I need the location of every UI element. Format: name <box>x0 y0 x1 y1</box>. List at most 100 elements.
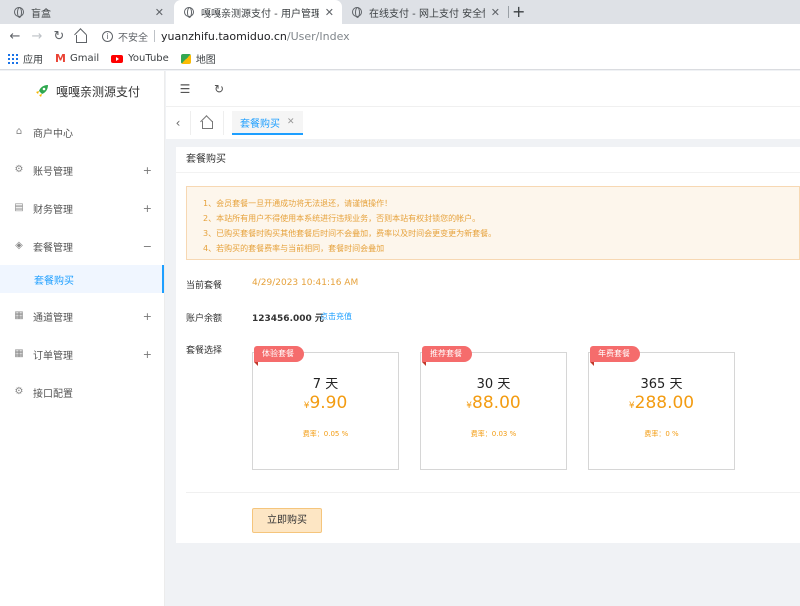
home-outline-icon: ⌂ <box>15 126 23 137</box>
package-rate: 费率：0.03 % <box>470 430 517 438</box>
home-tab-icon[interactable] <box>190 111 224 135</box>
notice-box: 1、会员套餐一旦开通成功将无法退还，请谨慎操作！ 2、本站所有用户不得使用本系统… <box>186 186 800 260</box>
url-host[interactable]: yuanzhifu.taomiduo.cn <box>161 30 287 43</box>
forward-arrow-icon[interactable]: → <box>26 29 48 44</box>
bookmark-youtube[interactable]: YouTube <box>111 53 169 64</box>
bookmark-label: Gmail <box>69 53 100 64</box>
browser-tab-bar: 盲盒 ✕ 嘎嘎亲测源支付 - 用户管理中心 ✕ 在线支付 - 网上支付 安全快速… <box>0 0 800 24</box>
close-icon[interactable]: ✕ <box>287 117 295 127</box>
package-days: 7 天 <box>312 377 339 392</box>
package-card-trial[interactable]: 体验套餐 7 天 ¥9.90 费率：0.05 % <box>252 346 399 470</box>
sidebar-item-label: 接口配置 <box>33 388 73 400</box>
package-rate: 费率：0.05 % <box>302 430 349 438</box>
bookmark-maps[interactable]: 地图 <box>180 51 216 66</box>
price-amount: 88.00 <box>472 393 521 413</box>
price-amount: 9.90 <box>309 393 348 413</box>
sidebar-item-finance[interactable]: ▤ 财务管理 + <box>0 189 164 227</box>
bookmark-apps[interactable]: 应用 <box>8 51 43 66</box>
package-days: 30 天 <box>476 377 511 392</box>
browser-tab-title: 在线支付 - 网上支付 安全快速！ <box>369 8 485 20</box>
package-price: ¥88.00 <box>421 393 566 413</box>
package-card-recommended[interactable]: 推荐套餐 30 天 ¥88.00 费率：0.03 % <box>420 346 567 470</box>
logo[interactable]: 嘎嘎亲测源支付 <box>0 71 164 111</box>
package-price: ¥9.90 <box>253 393 398 413</box>
insecure-label: 不安全 <box>118 32 148 44</box>
settings-icon: ⚙ <box>14 164 24 175</box>
browser-tab-title: 嘎嘎亲测源支付 - 用户管理中心 <box>201 8 319 20</box>
recharge-link[interactable]: 点击充值 <box>320 311 352 322</box>
sidebar-item-account[interactable]: ⚙ 账号管理 + <box>0 151 164 189</box>
bookmarks-bar: 应用 M Gmail YouTube 地图 <box>0 48 800 70</box>
browser-tab-2[interactable]: 嘎嘎亲测源支付 - 用户管理中心 ✕ <box>174 0 342 24</box>
notice-line: 4、若购买的套餐费率与当前相同，套餐时间会叠加 <box>203 244 385 253</box>
expand-icon[interactable]: + <box>143 310 152 323</box>
browser-tab-3[interactable]: 在线支付 - 网上支付 安全快速！ ✕ <box>342 0 508 24</box>
home-icon[interactable] <box>70 29 92 43</box>
sidebar-item-label: 账号管理 <box>33 166 73 178</box>
expand-icon[interactable]: + <box>143 164 152 177</box>
globe-icon <box>184 7 194 18</box>
tab-separator <box>508 6 509 18</box>
notice-line: 2、本站所有用户不得使用本系统进行违规业务，否则本站有权封锁您的帐户。 <box>203 214 481 223</box>
new-tab-icon[interactable]: + <box>512 2 525 21</box>
url-separator <box>154 30 155 42</box>
logo-text: 嘎嘎亲测源支付 <box>56 84 141 99</box>
apps-grid-icon <box>8 53 18 64</box>
sidebar-item-orders[interactable]: ▦ 订单管理 + <box>0 335 164 373</box>
purchase-card: 套餐购买 1、会员套餐一旦开通成功将无法退还，请谨慎操作！ 2、本站所有用户不得… <box>176 147 800 543</box>
sidebar-item-packages[interactable]: ◈ 套餐管理 − <box>0 227 164 265</box>
top-toolbar: ☰ ↻ <box>166 71 800 107</box>
back-arrow-icon[interactable]: ← <box>4 29 26 44</box>
refresh-icon[interactable]: ↻ <box>204 82 234 96</box>
info-icon[interactable]: i <box>102 30 113 42</box>
finance-icon: ▤ <box>14 202 24 213</box>
sidebar: 嘎嘎亲测源支付 ⌂ 商户中心 ⚙ 账号管理 + ▤ 财务管理 + ◈ 套餐管理 … <box>0 71 165 606</box>
globe-icon <box>14 7 24 18</box>
menu-fold-icon[interactable]: ☰ <box>170 82 200 96</box>
expand-icon[interactable]: + <box>143 202 152 215</box>
url-path[interactable]: /User/Index <box>287 30 350 43</box>
browser-tab-1[interactable]: 盲盒 ✕ <box>4 0 172 24</box>
sidebar-item-api-config[interactable]: ⚙ 接口配置 <box>0 373 164 411</box>
close-icon[interactable]: ✕ <box>155 6 164 19</box>
package-tag: 体验套餐 <box>254 346 304 366</box>
package-choose-label: 套餐选择 <box>186 346 223 356</box>
youtube-icon <box>111 54 124 63</box>
grid-icon: ▦ <box>14 348 24 359</box>
expand-icon[interactable]: + <box>143 348 152 361</box>
bookmark-gmail[interactable]: M Gmail <box>55 52 99 65</box>
sidebar-item-channels[interactable]: ▦ 通道管理 + <box>0 297 164 335</box>
sidebar-item-merchant-center[interactable]: ⌂ 商户中心 <box>0 113 164 151</box>
plugin-icon: ⚙ <box>14 386 24 397</box>
close-icon[interactable]: ✕ <box>325 6 334 19</box>
collapse-icon[interactable]: − <box>143 240 152 253</box>
bookmark-label: 地图 <box>195 55 216 66</box>
divider <box>186 492 800 493</box>
package-days: 365 天 <box>640 377 683 392</box>
current-package-label: 当前套餐 <box>186 281 223 291</box>
page-tabs-bar: ‹ 套餐购买 ✕ <box>166 107 800 139</box>
address-bar: ← → ↻ i 不安全 yuanzhifu.taomiduo.cn/User/I… <box>0 24 800 48</box>
package-card-annual[interactable]: 年费套餐 365 天 ¥288.00 费率：0 % <box>588 346 735 470</box>
price-amount: 288.00 <box>634 393 695 413</box>
current-package-value: 4/29/2023 10:41:16 AM <box>252 278 359 288</box>
notice-line: 1、会员套餐一旦开通成功将无法退还，请谨慎操作！ <box>203 199 393 208</box>
package-rate: 费率：0 % <box>644 430 679 438</box>
package-tag: 年费套餐 <box>590 346 640 366</box>
sidebar-subitem-package-purchase[interactable]: 套餐购买 <box>0 265 164 293</box>
bookmark-label: YouTube <box>128 53 169 64</box>
rocket-icon <box>36 85 48 97</box>
sidebar-item-label: 套餐管理 <box>33 242 73 254</box>
bookmark-label: 应用 <box>23 55 43 66</box>
buy-now-button[interactable]: 立即购买 <box>252 508 322 533</box>
balance-label: 账户余额 <box>186 314 223 324</box>
grid-icon: ▦ <box>14 310 24 321</box>
sidebar-item-label: 通道管理 <box>33 312 73 324</box>
close-icon[interactable]: ✕ <box>491 6 500 19</box>
notice-line: 3、已购买套餐时购买其他套餐后时间不会叠加，费率以及时间会更变更为新套餐。 <box>203 229 497 238</box>
chevron-left-icon[interactable]: ‹ <box>166 116 190 130</box>
sidebar-item-label: 商户中心 <box>33 128 73 140</box>
reload-icon[interactable]: ↻ <box>48 29 70 44</box>
sidebar-item-label: 订单管理 <box>33 350 73 362</box>
tab-package-purchase[interactable]: 套餐购买 ✕ <box>232 111 303 135</box>
